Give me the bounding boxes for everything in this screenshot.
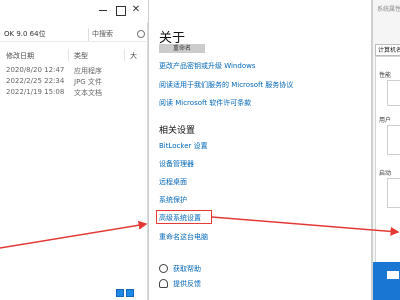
help-icon	[159, 264, 168, 273]
system-properties-window: 系统属性 计算机名 性能 用户 启动	[372, 0, 400, 300]
startup-label: 启动	[379, 170, 392, 177]
remote-desktop-link[interactable]: 远程桌面	[159, 177, 187, 187]
column-separator[interactable]	[124, 49, 125, 61]
file-date: 2022/1/19 15:08	[6, 88, 65, 96]
search-icon[interactable]	[137, 30, 145, 38]
get-help-link[interactable]: 获取帮助	[159, 264, 201, 274]
user-profiles-group	[387, 125, 400, 155]
related-settings-heading: 相关设置	[159, 126, 196, 136]
file-row[interactable]: 2020/8/20 12:47 应用程序	[0, 66, 148, 77]
system-protection-link[interactable]: 系统保护	[159, 195, 187, 205]
device-manager-link[interactable]: 设备管理器	[159, 159, 194, 169]
startup-group	[387, 178, 400, 208]
feedback-link[interactable]: 提供反馈	[159, 279, 201, 289]
feedback-label: 提供反馈	[173, 280, 201, 288]
file-row[interactable]: 2022/2/25 22:34 JPG 文件	[0, 77, 148, 88]
address-bar[interactable]: OK 9.0 64位	[0, 28, 86, 41]
explorer-titlebar: ✕	[0, 0, 148, 22]
tab-computer-name[interactable]: 计算机名	[375, 44, 400, 56]
service-agreement-link[interactable]: 阅读适用于我们服务的 Microsoft 服务协议	[159, 80, 293, 90]
file-row[interactable]: 2022/1/19 15:08 文本文档	[0, 88, 148, 99]
explorer-toolbar: OK 9.0 64位 中搜索	[0, 26, 148, 42]
column-header-size[interactable]: 大	[130, 51, 137, 61]
highlight-box	[156, 210, 212, 224]
restore-icon[interactable]	[113, 3, 127, 17]
change-product-key-link[interactable]: 更改产品密钥或升级 Windows	[159, 61, 255, 71]
minimize-icon[interactable]	[96, 3, 110, 17]
file-type: 应用程序	[74, 67, 102, 75]
performance-label: 性能	[379, 72, 392, 79]
rename-this-pc-link[interactable]: 重命名这台电脑	[159, 232, 208, 242]
file-date: 2022/2/25 22:34	[6, 77, 65, 85]
bitlocker-settings-link[interactable]: BitLocker 设置	[159, 141, 208, 151]
file-date: 2020/8/20 12:47	[6, 66, 65, 74]
rename-button[interactable]: 重命名	[159, 44, 205, 53]
user-profiles-label: 用户	[379, 117, 392, 124]
performance-group	[387, 80, 400, 106]
settings-about-window: 关于 重命名 更改产品密钥或升级 Windows 阅读适用于我们服务的 Micr…	[148, 0, 372, 300]
feedback-icon	[159, 279, 168, 288]
search-input[interactable]: 中搜索	[88, 28, 134, 41]
window-title: 系统属性	[377, 6, 400, 13]
large-icons-view-icon[interactable]	[126, 289, 134, 297]
file-explorer-window: ✕ OK 9.0 64位 中搜索 修改日期 类型 大 2020/8/20 12:…	[0, 0, 148, 300]
column-header-type[interactable]: 类型	[74, 51, 88, 61]
details-view-icon[interactable]	[116, 289, 124, 297]
column-header-date[interactable]: 修改日期	[6, 51, 34, 61]
column-separator[interactable]	[68, 49, 69, 61]
license-terms-link[interactable]: 阅读 Microsoft 软件许可条款	[159, 98, 251, 108]
file-type: JPG 文件	[74, 78, 102, 86]
get-help-label: 获取帮助	[173, 265, 201, 273]
file-type: 文本文档	[74, 89, 102, 97]
taskbar	[373, 262, 400, 300]
close-icon[interactable]: ✕	[129, 3, 143, 17]
taskbar-button[interactable]	[387, 271, 399, 279]
